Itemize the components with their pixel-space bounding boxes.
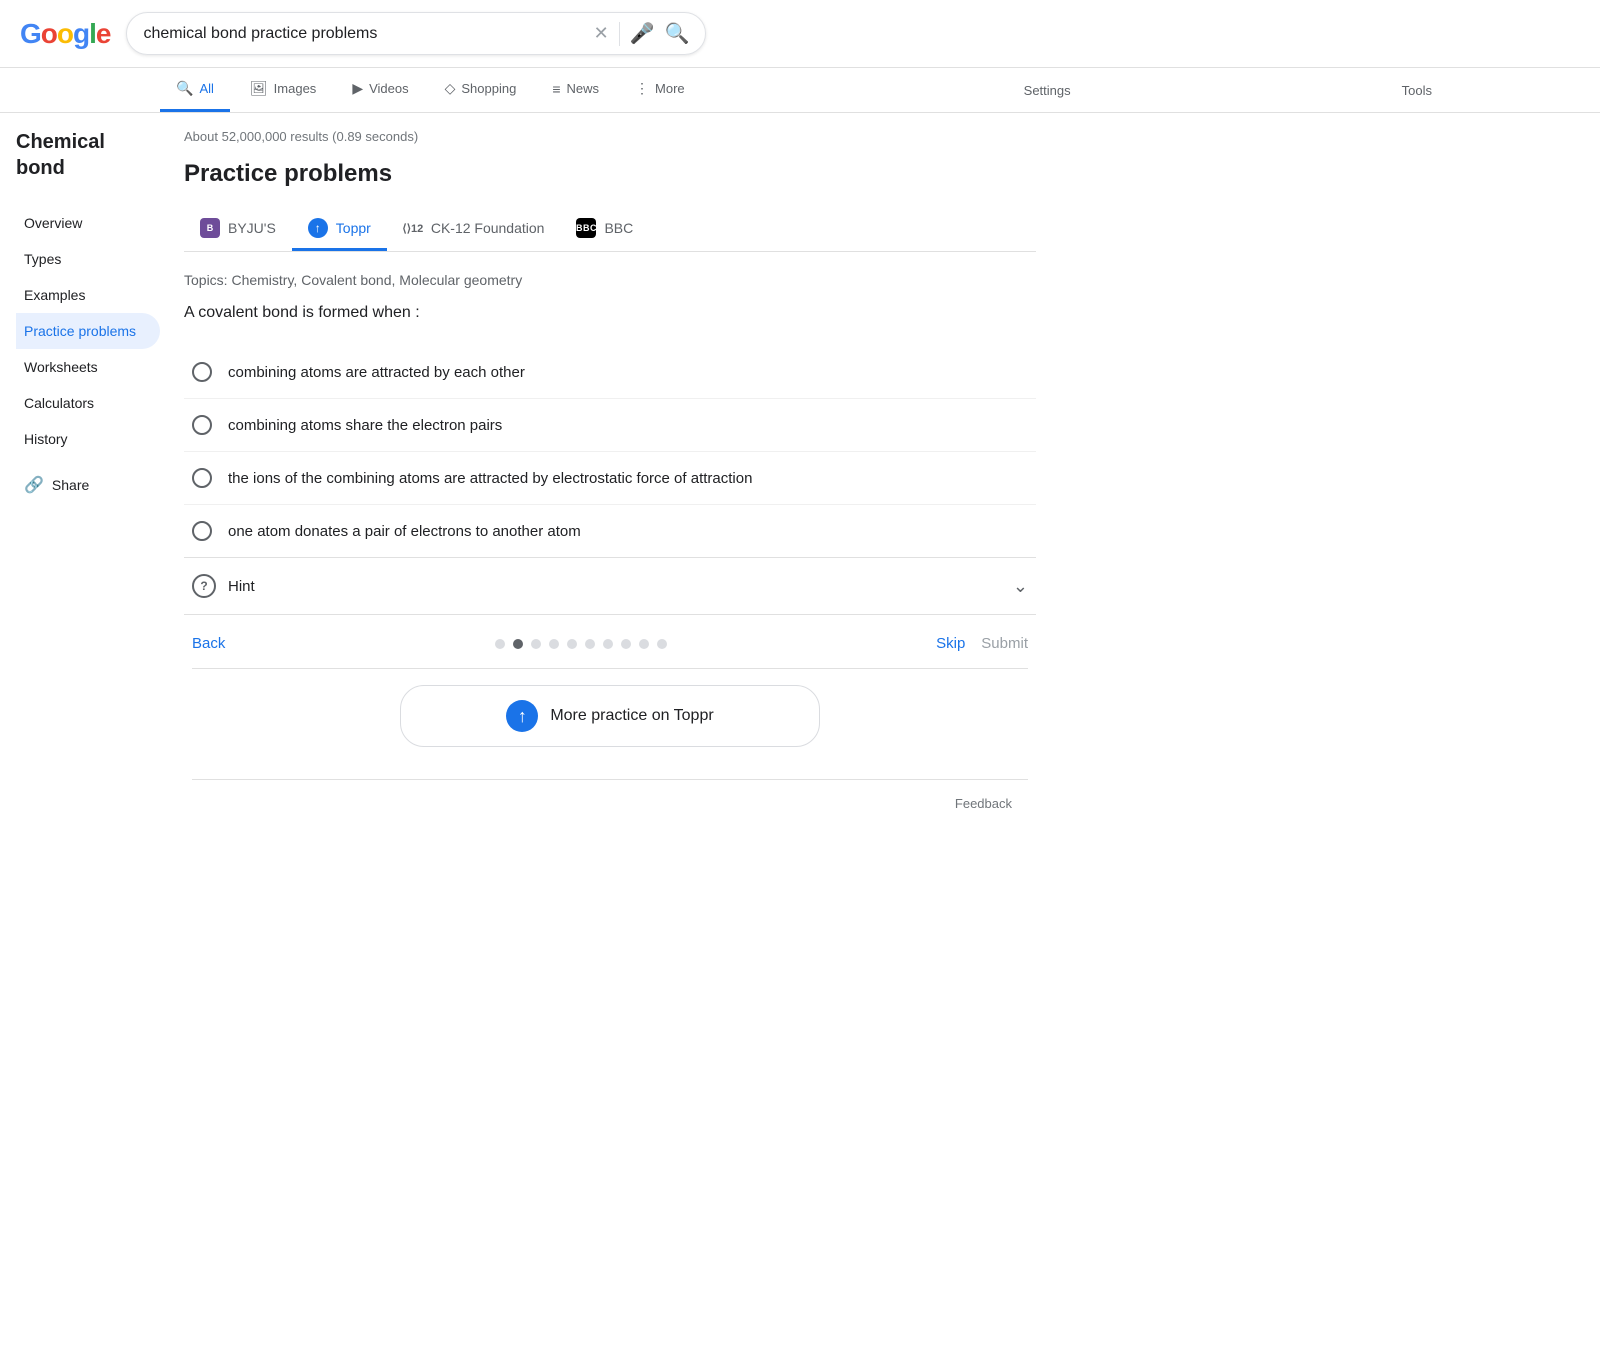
feedback-button[interactable]: Feedback: [955, 796, 1012, 811]
option-3[interactable]: the ions of the combining atoms are attr…: [184, 452, 1036, 505]
source-tab-bbc[interactable]: BBC BBC: [560, 208, 649, 251]
search-icon: 🔍: [176, 80, 193, 97]
sidebar-item-history[interactable]: History: [16, 421, 160, 457]
feedback-area: Feedback: [184, 780, 1036, 835]
clear-button[interactable]: ✕: [594, 23, 609, 44]
more-practice-button[interactable]: ↑ More practice on Toppr: [400, 685, 820, 747]
settings-link[interactable]: Settings: [1016, 71, 1079, 110]
question-nav-row: Back Skip Submit: [184, 614, 1036, 668]
google-logo: Google: [20, 18, 110, 50]
more-practice-container: ↑ More practice on Toppr: [184, 669, 1036, 779]
search-button[interactable]: 🔍: [665, 21, 690, 46]
sidebar: Chemical bond Overview Types Examples Pr…: [0, 129, 160, 835]
results-count: About 52,000,000 results (0.89 seconds): [184, 129, 1036, 144]
tab-more[interactable]: ⋮ More: [619, 68, 701, 112]
back-button[interactable]: Back: [192, 635, 225, 652]
nav-tabs: 🔍 All 🖼 Images ▶ Videos ◇ Shopping ≡ New…: [0, 68, 1600, 113]
source-tab-toppr[interactable]: ↑ Toppr: [292, 208, 387, 251]
option-2[interactable]: combining atoms share the electron pairs: [184, 399, 1036, 452]
sidebar-item-calculators[interactable]: Calculators: [16, 385, 160, 421]
question-text: A covalent bond is formed when :: [184, 304, 1036, 322]
tools-link[interactable]: Tools: [1394, 71, 1440, 110]
radio-4: [192, 521, 212, 541]
sidebar-title: Chemical bond: [16, 129, 144, 181]
dot-10: [657, 639, 667, 649]
hint-label: Hint: [228, 578, 255, 595]
header: Google ✕ 🎤 🔍: [0, 0, 1600, 68]
sidebar-item-worksheets[interactable]: Worksheets: [16, 349, 160, 385]
sidebar-item-overview[interactable]: Overview: [16, 205, 160, 241]
tab-news[interactable]: ≡ News: [536, 69, 615, 112]
shopping-icon: ◇: [445, 80, 456, 97]
bbc-logo: BBC: [576, 218, 596, 238]
section-title: Practice problems: [184, 160, 1036, 188]
source-tab-ck12[interactable]: ⟨⟩12 CK-12 Foundation: [387, 208, 561, 251]
byjus-logo: B: [200, 218, 220, 238]
dot-5: [567, 639, 577, 649]
hint-icon: ?: [192, 574, 216, 598]
main-content: Chemical bond Overview Types Examples Pr…: [0, 113, 1600, 851]
tab-videos[interactable]: ▶ Videos: [336, 68, 424, 112]
chevron-down-icon: ⌄: [1013, 576, 1028, 597]
content-area: About 52,000,000 results (0.89 seconds) …: [160, 129, 1060, 835]
dot-2: [513, 639, 523, 649]
more-icon: ⋮: [635, 80, 649, 97]
hint-row[interactable]: ? Hint ⌄: [184, 557, 1036, 614]
sidebar-item-examples[interactable]: Examples: [16, 277, 160, 313]
dot-4: [549, 639, 559, 649]
dot-1: [495, 639, 505, 649]
dot-9: [639, 639, 649, 649]
divider: [619, 22, 620, 46]
share-icon: 🔗: [24, 475, 44, 495]
pagination-dots: [495, 639, 667, 649]
sidebar-item-types[interactable]: Types: [16, 241, 160, 277]
source-tabs: B BYJU'S ↑ Toppr ⟨⟩12 CK-12 Foundation B…: [184, 208, 1036, 252]
skip-button[interactable]: Skip: [936, 635, 965, 652]
radio-1: [192, 362, 212, 382]
search-bar[interactable]: ✕ 🎤 🔍: [126, 12, 706, 55]
option-1[interactable]: combining atoms are attracted by each ot…: [184, 346, 1036, 399]
toppr-logo: ↑: [308, 218, 328, 238]
submit-button: Submit: [981, 635, 1028, 652]
dot-3: [531, 639, 541, 649]
tab-images[interactable]: 🖼 Images: [234, 68, 332, 112]
dot-7: [603, 639, 613, 649]
tab-all[interactable]: 🔍 All: [160, 68, 230, 112]
source-tab-byjus[interactable]: B BYJU'S: [184, 208, 292, 251]
options-list: combining atoms are attracted by each ot…: [184, 346, 1036, 557]
dot-6: [585, 639, 595, 649]
tab-shopping[interactable]: ◇ Shopping: [429, 68, 533, 112]
radio-3: [192, 468, 212, 488]
search-input[interactable]: [143, 25, 585, 43]
news-icon: ≡: [552, 81, 560, 97]
dot-8: [621, 639, 631, 649]
image-icon: 🖼: [250, 80, 268, 97]
option-4[interactable]: one atom donates a pair of electrons to …: [184, 505, 1036, 557]
toppr-circle-icon: ↑: [506, 700, 538, 732]
radio-2: [192, 415, 212, 435]
mic-button[interactable]: 🎤: [630, 21, 655, 46]
topics: Topics: Chemistry, Covalent bond, Molecu…: [184, 272, 1036, 288]
video-icon: ▶: [352, 80, 363, 97]
ck12-logo: ⟨⟩12: [403, 218, 423, 238]
sidebar-item-practice-problems[interactable]: Practice problems: [16, 313, 160, 349]
share-button[interactable]: 🔗 Share: [16, 465, 144, 505]
